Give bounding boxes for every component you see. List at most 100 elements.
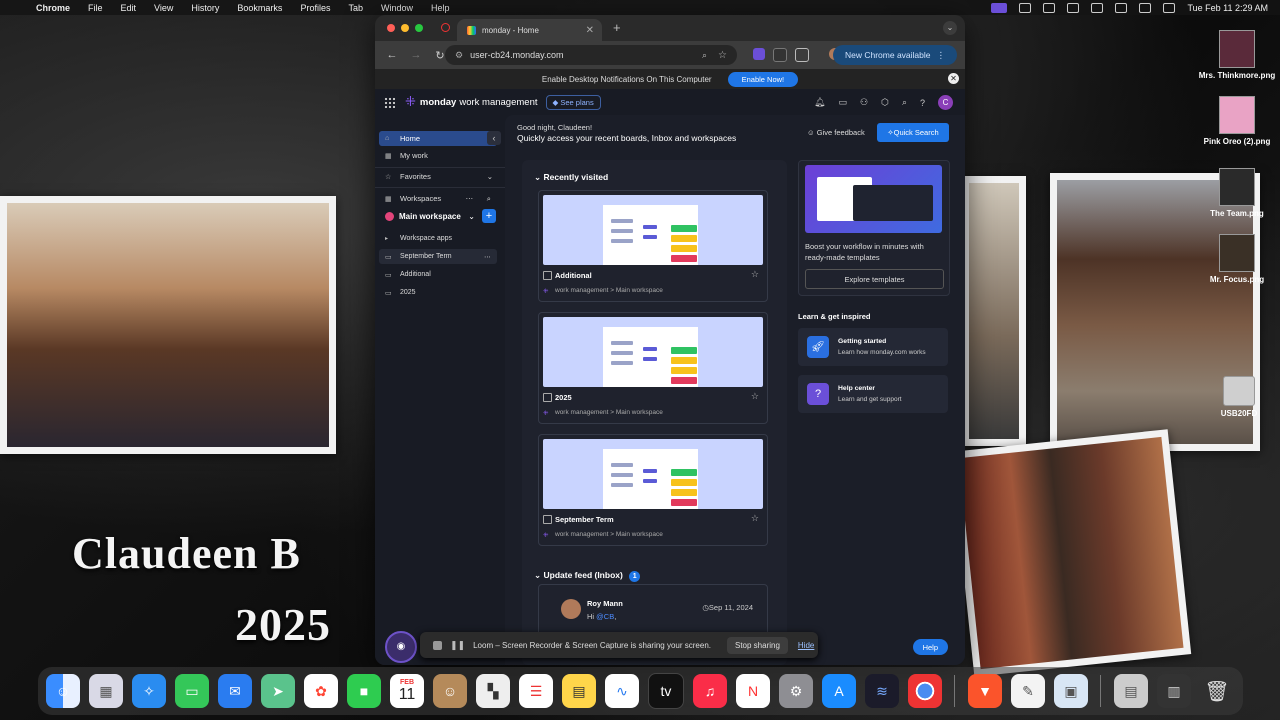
recent-board-card[interactable]: September Term ☆ ⁜ work management > Mai… bbox=[538, 434, 768, 546]
see-plans-button[interactable]: ◆ See plans bbox=[545, 94, 601, 110]
forward-button[interactable]: → bbox=[409, 49, 423, 61]
sidebar-board-september-term[interactable]: ▭ September Term ⋯ bbox=[379, 249, 497, 264]
bookmark-star-icon[interactable]: ☆ bbox=[718, 50, 727, 61]
monday-logo[interactable]: ⁜ monday work management bbox=[405, 94, 538, 110]
maps-icon[interactable]: ➤ bbox=[261, 674, 295, 708]
creative-cloud-icon[interactable] bbox=[1019, 2, 1032, 13]
tab-search-chevron-icon[interactable]: ⌄ bbox=[943, 21, 957, 35]
sidebar-item-home[interactable]: ⌂ Home bbox=[379, 131, 497, 146]
play-icon[interactable] bbox=[1091, 2, 1104, 13]
stop-recording-icon[interactable] bbox=[433, 640, 442, 650]
sidebar-board-2025[interactable]: ▭ 2025 bbox=[379, 285, 497, 300]
favorite-star-icon[interactable]: ☆ bbox=[751, 513, 759, 524]
sidebar-item-workspaces[interactable]: ▦ Workspaces ⋯ ⌕ bbox=[379, 191, 497, 206]
update-feed-header[interactable]: ⌄ Update feed (Inbox) 1 bbox=[534, 570, 641, 582]
new-tab-button[interactable]: + bbox=[613, 20, 621, 35]
menu-bookmarks[interactable]: Bookmarks bbox=[237, 3, 282, 13]
site-info-icon[interactable]: ⚙ bbox=[455, 50, 463, 61]
help-button[interactable]: Help bbox=[912, 639, 948, 655]
pause-icon[interactable]: ❚❚ bbox=[450, 640, 465, 651]
recently-visited-header[interactable]: ⌄ Recently visited bbox=[534, 172, 608, 183]
desktop-icon-pink-oreo[interactable]: Pink Oreo (2).png bbox=[1192, 96, 1280, 146]
menu-chrome[interactable]: Chrome bbox=[36, 3, 70, 13]
feed-mention[interactable]: @CB bbox=[596, 612, 614, 621]
sidebar-item-my-work[interactable]: ▦ My work bbox=[379, 148, 497, 163]
launchpad-icon[interactable]: ▦ bbox=[89, 674, 123, 708]
loom-camera-bubble[interactable]: ◉ bbox=[385, 631, 417, 663]
close-window-button[interactable] bbox=[387, 24, 395, 32]
inbox-icon[interactable]: ▭ bbox=[838, 97, 847, 108]
close-tab-icon[interactable]: ✕ bbox=[586, 25, 594, 36]
menu-tab[interactable]: Tab bbox=[348, 3, 363, 13]
getting-started-card[interactable]: 🚀︎ Getting started Learn how monday.com … bbox=[798, 328, 948, 366]
app-switcher-grid-icon[interactable] bbox=[384, 96, 395, 108]
desktop-icon-usb[interactable]: USB20FD bbox=[1194, 376, 1280, 418]
photos-icon[interactable]: ✿ bbox=[304, 674, 338, 708]
news-icon[interactable]: N bbox=[736, 674, 770, 708]
tab-monday-home[interactable]: monday - Home ✕ bbox=[457, 19, 602, 41]
extension-icon[interactable] bbox=[753, 48, 765, 60]
menu-history[interactable]: History bbox=[191, 3, 219, 13]
quick-search-button[interactable]: ✧ Quick Search bbox=[877, 123, 949, 142]
invite-members-icon[interactable]: ⚇ bbox=[860, 97, 868, 108]
more-options-icon[interactable]: ⋯ bbox=[466, 194, 474, 203]
freeform-icon[interactable]: ▚ bbox=[476, 674, 510, 708]
music-icon[interactable]: ♫ bbox=[693, 674, 727, 708]
new-chrome-available-button[interactable]: New Chrome available ⋮ bbox=[832, 45, 957, 65]
audio-app-icon[interactable]: ≋ bbox=[865, 674, 899, 708]
document-icon[interactable]: ✎ bbox=[1011, 674, 1045, 708]
downloads-stack-icon[interactable]: ▥ bbox=[1157, 674, 1191, 708]
address-bar[interactable]: ⚙ user-cb24.monday.com ⌕ ☆ bbox=[445, 45, 737, 65]
recent-board-card[interactable]: Additional ☆ ⁜ work management > Main wo… bbox=[538, 190, 768, 302]
menu-edit[interactable]: Edit bbox=[121, 3, 137, 13]
search-icon[interactable]: ⌕ bbox=[902, 97, 907, 108]
extensions-puzzle-icon[interactable] bbox=[795, 48, 809, 62]
favorite-star-icon[interactable]: ☆ bbox=[751, 269, 759, 280]
facetime-icon[interactable]: ■ bbox=[347, 674, 381, 708]
user-avatar[interactable]: C bbox=[938, 95, 953, 110]
notes-icon[interactable]: ▤ bbox=[562, 674, 596, 708]
menubar-clock[interactable]: Tue Feb 11 2:29 AM bbox=[1187, 3, 1268, 13]
help-center-card[interactable]: ? Help center Learn and get support bbox=[798, 375, 948, 413]
search-icon[interactable]: ⌕ bbox=[487, 194, 491, 204]
control-center-icon[interactable] bbox=[1163, 2, 1176, 13]
collapse-sidebar-button[interactable]: ‹ bbox=[487, 131, 501, 145]
safari-icon[interactable]: ✧ bbox=[132, 674, 166, 708]
workspace-selector[interactable]: Main workspace ⌄ bbox=[379, 209, 477, 224]
search-icon[interactable] bbox=[1139, 2, 1152, 13]
favorite-star-icon[interactable]: ☆ bbox=[751, 391, 759, 402]
maximize-window-button[interactable] bbox=[415, 24, 423, 32]
recent-board-card[interactable]: 2025 ☆ ⁜ work management > Main workspac… bbox=[538, 312, 768, 424]
headphones-icon[interactable] bbox=[1067, 2, 1080, 13]
menu-help[interactable]: Help bbox=[431, 3, 450, 13]
desktop-icon-team[interactable]: The Team.png bbox=[1192, 168, 1280, 218]
reminders-icon[interactable]: ☰ bbox=[519, 674, 553, 708]
mail-icon[interactable]: ✉ bbox=[218, 674, 252, 708]
enable-now-button[interactable]: Enable Now! bbox=[727, 71, 799, 87]
preview-icon[interactable]: ▣ bbox=[1054, 674, 1088, 708]
apple-tv-icon[interactable]: tv bbox=[648, 673, 684, 709]
add-workspace-item-button[interactable]: + bbox=[482, 209, 496, 223]
back-button[interactable]: ← bbox=[385, 49, 399, 61]
folder-stack-icon[interactable]: ▤ bbox=[1114, 674, 1148, 708]
help-question-icon[interactable]: ? bbox=[920, 98, 925, 108]
message-icon[interactable] bbox=[1043, 2, 1056, 13]
finder-icon[interactable]: ☺ bbox=[46, 674, 80, 708]
messages-icon[interactable]: ▭ bbox=[175, 674, 209, 708]
menu-file[interactable]: File bbox=[88, 3, 103, 13]
sidebar-board-additional[interactable]: ▭ Additional bbox=[379, 267, 497, 282]
close-banner-icon[interactable]: ✕ bbox=[948, 73, 959, 84]
hide-button[interactable]: Hide bbox=[798, 641, 814, 650]
trash-icon[interactable]: 🗑︎ bbox=[1200, 674, 1234, 708]
screen-share-status-icon[interactable] bbox=[991, 2, 1008, 13]
menu-window[interactable]: Window bbox=[381, 3, 413, 13]
system-settings-icon[interactable]: ⚙ bbox=[779, 674, 813, 708]
explore-templates-button[interactable]: Explore templates bbox=[805, 269, 944, 289]
notifications-bell-icon[interactable]: 🔔︎ bbox=[814, 97, 825, 108]
freeform-board-icon[interactable]: ∿ bbox=[605, 674, 639, 708]
apps-marketplace-icon[interactable]: ⬡ bbox=[881, 97, 889, 108]
menu-profiles[interactable]: Profiles bbox=[300, 3, 330, 13]
zoom-icon[interactable]: ⌕ bbox=[702, 50, 707, 61]
brave-icon[interactable]: ▼ bbox=[968, 674, 1002, 708]
calendar-icon[interactable]: FEB 11 bbox=[390, 674, 424, 708]
